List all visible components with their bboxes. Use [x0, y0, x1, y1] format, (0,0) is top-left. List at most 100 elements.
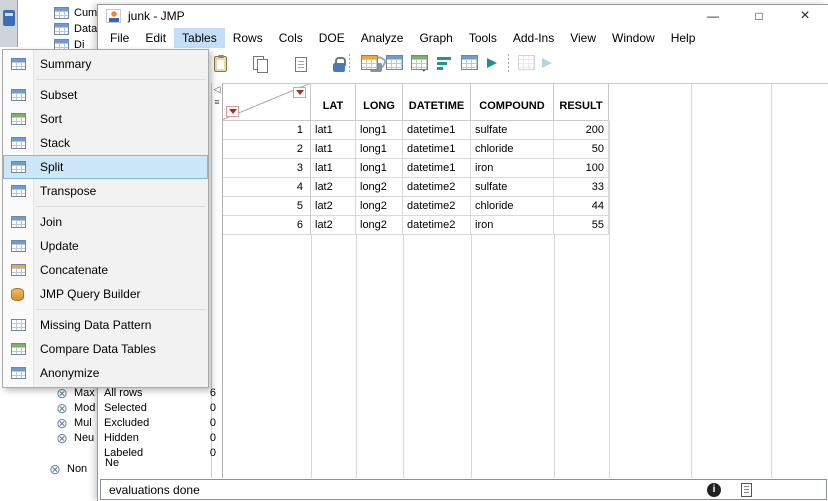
row-number[interactable]: 6 [223, 216, 311, 235]
info-icon[interactable] [707, 483, 721, 497]
list-item[interactable]: Non [48, 461, 87, 476]
cell[interactable]: datetime1 [403, 140, 471, 159]
summary-stats-icon[interactable] [461, 55, 478, 70]
gridline [471, 235, 472, 478]
cell[interactable]: long2 [356, 178, 403, 197]
menu-item-transpose[interactable]: Transpose [3, 179, 208, 203]
cell[interactable]: sulfate [471, 178, 554, 197]
column-header[interactable]: COMPOUND [471, 84, 554, 121]
cell[interactable]: long1 [356, 121, 403, 140]
lock-icon[interactable] [333, 57, 347, 72]
cell[interactable]: 55 [554, 216, 609, 235]
list-item[interactable]: Data [54, 21, 97, 36]
cell[interactable]: sulfate [471, 121, 554, 140]
sort-columns-icon[interactable] [437, 55, 452, 71]
titlebar[interactable]: junk - JMP — □ × [98, 5, 828, 27]
menu-item-anonymize[interactable]: Anonymize [3, 361, 208, 385]
log-icon[interactable] [741, 483, 752, 497]
menu-item-update[interactable]: Update [3, 234, 208, 258]
menu-view[interactable]: View [562, 28, 604, 48]
cell[interactable]: datetime1 [403, 121, 471, 140]
copy-icon[interactable] [253, 56, 269, 73]
cell[interactable]: 100 [554, 159, 609, 178]
cell[interactable]: lat1 [311, 159, 356, 178]
cell[interactable]: chloride [471, 140, 554, 159]
journal-icon[interactable] [294, 57, 307, 72]
row-number[interactable]: 2 [223, 140, 311, 159]
menu-tables[interactable]: Tables [174, 28, 225, 48]
circle-x-icon [48, 462, 62, 476]
rows-panel-item[interactable]: Excluded 0 [104, 415, 216, 430]
menu-edit[interactable]: Edit [137, 28, 174, 48]
cell[interactable]: long1 [356, 140, 403, 159]
close-button[interactable]: × [782, 5, 828, 27]
new-data-table-icon[interactable] [361, 55, 378, 70]
column-header[interactable]: DATETIME [403, 84, 471, 121]
menu-item-stack[interactable]: Stack [3, 131, 208, 155]
menu-doe[interactable]: DOE [311, 28, 353, 48]
menu-item-sort[interactable]: Sort [3, 107, 208, 131]
row-number[interactable]: 1 [223, 121, 311, 140]
data-table-icon[interactable] [386, 55, 403, 70]
rows-panel-item[interactable]: Hidden 0 [104, 430, 216, 445]
list-item[interactable]: Mul [55, 415, 92, 430]
menu-item-split[interactable]: Split [3, 155, 208, 179]
menu-item-concatenate[interactable]: Concatenate [3, 258, 208, 282]
cell[interactable]: lat2 [311, 197, 356, 216]
cell[interactable]: datetime2 [403, 197, 471, 216]
cell[interactable]: lat1 [311, 121, 356, 140]
menu-analyze[interactable]: Analyze [353, 28, 412, 48]
cell[interactable]: long1 [356, 159, 403, 178]
row-number[interactable]: 4 [223, 178, 311, 197]
cell[interactable]: 200 [554, 121, 609, 140]
paste-icon[interactable] [214, 55, 227, 72]
cell[interactable]: chloride [471, 197, 554, 216]
minimize-button[interactable]: — [690, 5, 736, 27]
cell[interactable]: long2 [356, 197, 403, 216]
columns-red-triangle-icon[interactable] [293, 87, 306, 98]
menu-item-compare-data-tables[interactable]: Compare Data Tables [3, 337, 208, 361]
cell[interactable]: iron [471, 159, 554, 178]
rows-panel-item[interactable]: Selected 0 [104, 400, 216, 415]
menu-file[interactable]: File [102, 28, 137, 48]
rows-panel-item[interactable]: Labeled 0 [104, 445, 216, 460]
cell[interactable]: 44 [554, 197, 609, 216]
subset-table-icon[interactable] [411, 55, 428, 70]
cell[interactable]: long2 [356, 216, 403, 235]
column-header[interactable]: LAT [311, 84, 356, 121]
run-script-icon[interactable] [487, 58, 497, 68]
menu-item-summary[interactable]: Summary [3, 52, 208, 76]
menu-item-missing-data-pattern[interactable]: Missing Data Pattern [3, 313, 208, 337]
list-item[interactable]: Neu [55, 430, 94, 445]
column-header[interactable]: RESULT [554, 84, 609, 121]
collapse-panel-icon[interactable] [212, 83, 222, 96]
row-number[interactable]: 3 [223, 159, 311, 178]
cell[interactable]: 33 [554, 178, 609, 197]
cell[interactable]: datetime2 [403, 216, 471, 235]
menu-graph[interactable]: Graph [411, 28, 460, 48]
menu-help[interactable]: Help [663, 28, 704, 48]
menu-window[interactable]: Window [604, 28, 663, 48]
rows-red-triangle-icon[interactable] [226, 106, 239, 117]
menu-cols[interactable]: Cols [271, 28, 311, 48]
cell[interactable]: 50 [554, 140, 609, 159]
cell[interactable]: datetime2 [403, 178, 471, 197]
menu-item-join[interactable]: Join [3, 210, 208, 234]
menu-item-query-builder[interactable]: JMP Query Builder [3, 282, 208, 306]
cell[interactable]: iron [471, 216, 554, 235]
menu-addins[interactable]: Add-Ins [505, 28, 562, 48]
column-header[interactable]: LONG [356, 84, 403, 121]
menu-rows[interactable]: Rows [225, 28, 271, 48]
cell[interactable]: datetime1 [403, 159, 471, 178]
panel-menu-icon[interactable] [212, 96, 222, 109]
cell[interactable]: lat2 [311, 178, 356, 197]
menu-tools[interactable]: Tools [461, 28, 505, 48]
cell[interactable]: lat1 [311, 140, 356, 159]
row-number[interactable]: 5 [223, 197, 311, 216]
cell[interactable]: lat2 [311, 216, 356, 235]
list-item[interactable]: Mod [55, 400, 95, 415]
menu-item-subset[interactable]: Subset [3, 83, 208, 107]
table-icon [54, 22, 69, 35]
list-item[interactable]: Cum [54, 5, 97, 20]
maximize-button[interactable]: □ [736, 5, 782, 27]
